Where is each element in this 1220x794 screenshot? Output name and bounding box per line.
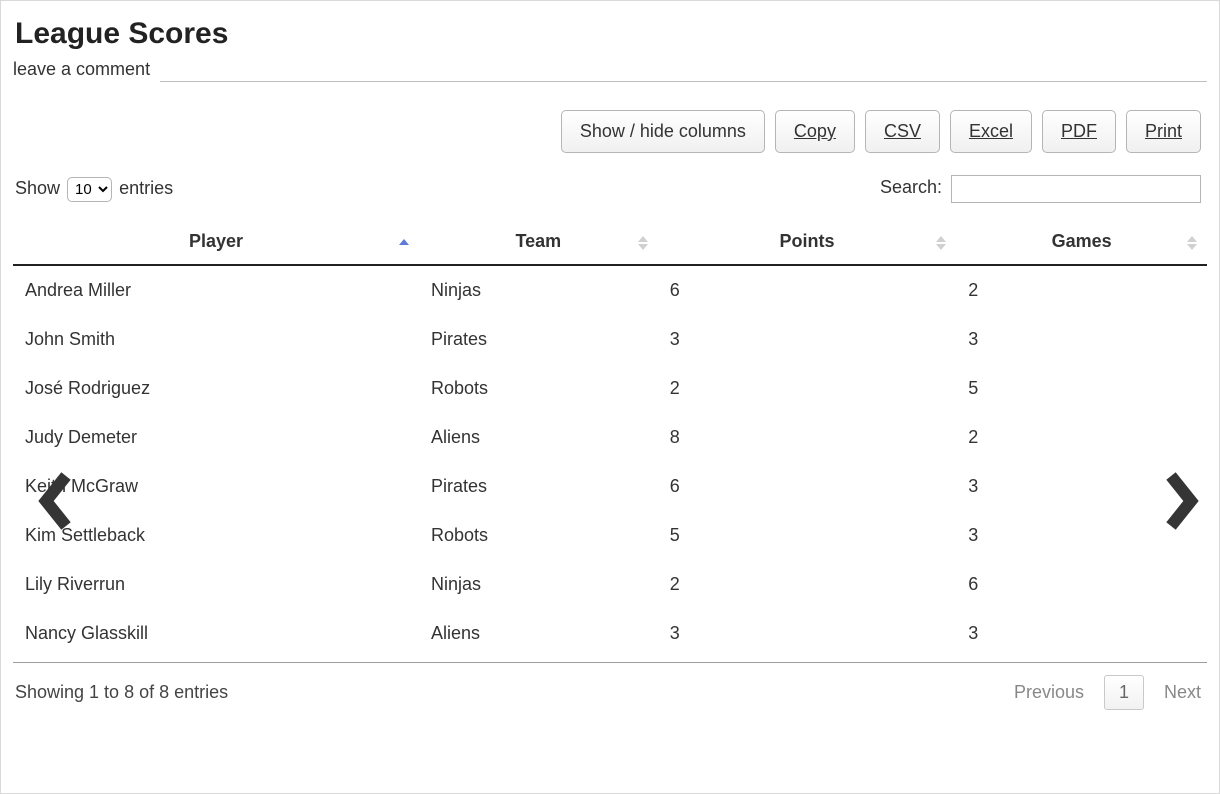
length-select[interactable]: 10: [67, 177, 112, 202]
cell-player: Andrea Miller: [13, 265, 419, 315]
table-row: John SmithPirates33: [13, 315, 1207, 364]
table-row: Lily RiverrunNinjas26: [13, 560, 1207, 609]
comment-row: leave a comment: [13, 59, 1207, 82]
col-label: Points: [779, 231, 834, 251]
cell-player: Nancy Glasskill: [13, 609, 419, 658]
sort-asc-icon: [399, 239, 409, 247]
cell-games: 3: [956, 609, 1207, 658]
entries-label: entries: [119, 178, 173, 198]
cell-player: Judy Demeter: [13, 413, 419, 462]
cell-player: José Rodriguez: [13, 364, 419, 413]
previous-button[interactable]: Previous: [1014, 682, 1084, 703]
cell-player: Lily Riverrun: [13, 560, 419, 609]
cell-games: 3: [956, 315, 1207, 364]
cell-games: 6: [956, 560, 1207, 609]
table-row: Andrea MillerNinjas62: [13, 265, 1207, 315]
cell-points: 3: [658, 609, 957, 658]
length-control: Show 10 entries: [15, 177, 173, 202]
table-footer: Showing 1 to 8 of 8 entries Previous 1 N…: [13, 662, 1207, 712]
col-label: Player: [189, 231, 243, 251]
cell-points: 6: [658, 265, 957, 315]
excel-button[interactable]: Excel: [950, 110, 1032, 153]
col-header-games[interactable]: Games: [956, 221, 1207, 265]
col-header-points[interactable]: Points: [658, 221, 957, 265]
col-label: Games: [1052, 231, 1112, 251]
table-row: Judy DemeterAliens82: [13, 413, 1207, 462]
cell-games: 2: [956, 413, 1207, 462]
cell-points: 6: [658, 462, 957, 511]
cell-team: Ninjas: [419, 265, 658, 315]
cell-team: Pirates: [419, 462, 658, 511]
pagination: Previous 1 Next: [1014, 675, 1201, 710]
page-title: League Scores: [15, 17, 1207, 51]
cell-team: Robots: [419, 511, 658, 560]
show-label: Show: [15, 178, 60, 198]
info-text: Showing 1 to 8 of 8 entries: [15, 682, 228, 703]
cell-team: Robots: [419, 364, 658, 413]
comment-underline: [160, 81, 1207, 82]
search-input[interactable]: [951, 175, 1201, 203]
cell-points: 2: [658, 560, 957, 609]
cell-team: Ninjas: [419, 560, 658, 609]
table-row: Kim SettlebackRobots53: [13, 511, 1207, 560]
cell-team: Pirates: [419, 315, 658, 364]
cell-points: 3: [658, 315, 957, 364]
chevron-right-icon[interactable]: [1161, 471, 1201, 531]
col-header-team[interactable]: Team: [419, 221, 658, 265]
col-header-player[interactable]: Player: [13, 221, 419, 265]
show-hide-columns-button[interactable]: Show / hide columns: [561, 110, 765, 153]
col-label: Team: [516, 231, 562, 251]
table-row: Nancy GlasskillAliens33: [13, 609, 1207, 658]
sort-both-icon: [1187, 236, 1197, 250]
cell-points: 5: [658, 511, 957, 560]
cell-games: 5: [956, 364, 1207, 413]
cell-player: John Smith: [13, 315, 419, 364]
search-label: Search:: [880, 177, 942, 197]
search-control: Search:: [880, 175, 1201, 203]
cell-games: 2: [956, 265, 1207, 315]
print-button[interactable]: Print: [1126, 110, 1201, 153]
cell-points: 8: [658, 413, 957, 462]
csv-button[interactable]: CSV: [865, 110, 940, 153]
cell-points: 2: [658, 364, 957, 413]
leave-comment-link[interactable]: leave a comment: [13, 59, 150, 82]
next-button[interactable]: Next: [1164, 682, 1201, 703]
table-row: José RodriguezRobots25: [13, 364, 1207, 413]
scores-table: Player Team Points Games Andrea MillerNi…: [13, 221, 1207, 658]
copy-button[interactable]: Copy: [775, 110, 855, 153]
table-row: Keith McGrawPirates63: [13, 462, 1207, 511]
chevron-left-icon[interactable]: [36, 471, 76, 531]
cell-team: Aliens: [419, 609, 658, 658]
sort-both-icon: [638, 236, 648, 250]
sort-both-icon: [936, 236, 946, 250]
export-toolbar: Show / hide columns Copy CSV Excel PDF P…: [13, 110, 1207, 153]
pdf-button[interactable]: PDF: [1042, 110, 1116, 153]
page-number-button[interactable]: 1: [1104, 675, 1144, 710]
cell-team: Aliens: [419, 413, 658, 462]
